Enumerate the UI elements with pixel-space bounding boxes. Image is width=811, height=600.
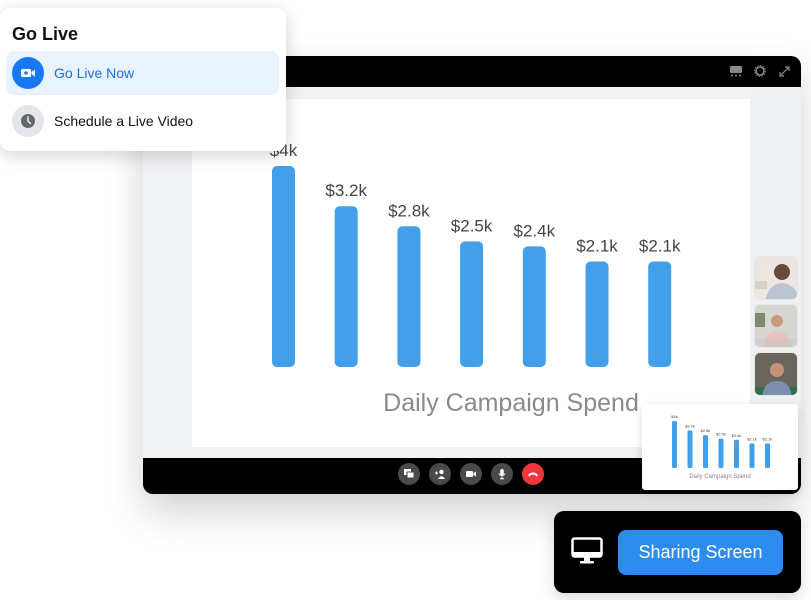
schedule-live-video-item[interactable]: Schedule a Live Video [6, 99, 279, 143]
end-call-button[interactable] [522, 463, 544, 485]
bar-5 [522, 246, 546, 367]
monitor-icon [571, 537, 603, 570]
bar-3 [703, 435, 708, 468]
bar-4 [460, 241, 484, 367]
go-live-now-item[interactable]: Go Live Now [6, 51, 279, 95]
bar-6 [749, 443, 755, 468]
go-live-now-label: Go Live Now [54, 65, 135, 81]
settings-gear-icon[interactable] [753, 64, 767, 78]
microphone-icon [498, 469, 506, 480]
go-live-menu: Go Live Go Live Now Schedule a Live Vide… [0, 8, 286, 151]
bar-5 [734, 439, 739, 468]
bar-label-6: $2.1k [747, 436, 757, 441]
bar-label-5: $2.4k [732, 433, 742, 438]
clock-icon [12, 105, 44, 137]
bar-label-7: $2.1k [639, 236, 681, 255]
bar-4 [718, 438, 724, 468]
participant-2-video [755, 305, 797, 347]
bar-2 [334, 206, 358, 367]
sharing-screen-panel: Sharing Screen [554, 511, 801, 593]
sharing-screen-button[interactable]: Sharing Screen [618, 530, 783, 575]
bar-1 [272, 166, 295, 367]
bar-label-7: $2.1k [763, 436, 773, 441]
bar-label-5: $2.4k [514, 221, 556, 240]
bar-2 [687, 430, 693, 468]
add-participant-button[interactable] [429, 463, 451, 485]
bar-7 [765, 443, 770, 468]
participant-thumbnail[interactable] [754, 256, 798, 300]
participant-3-video [755, 353, 797, 395]
bar-7 [648, 261, 672, 367]
bar-label-2: $3.2k [325, 181, 367, 200]
participant-thumbnail[interactable] [754, 304, 798, 348]
go-live-title: Go Live [12, 24, 79, 44]
bar-label-2: $3.2k [685, 423, 695, 428]
shared-screen-preview[interactable]: $4k $3.2k $2.8k $2.5k $2.4k $2.1k $2.1k Daily … [642, 404, 798, 490]
share-screen-button[interactable] [398, 463, 420, 485]
participant-thumbnail[interactable] [754, 352, 798, 396]
bar-label-6: $2.1k [576, 236, 618, 255]
bar-label-3: $2.8k [701, 428, 711, 433]
video-camera-icon [466, 471, 476, 477]
grid-view-icon[interactable] [729, 64, 743, 78]
bar-1 [672, 421, 677, 468]
bar-label-4: $2.5k [451, 216, 493, 235]
mini-chart-title: Daily Campaign Spend [689, 474, 751, 480]
phone-hangup-icon [528, 472, 538, 477]
video-camera-icon [12, 57, 44, 89]
schedule-live-video-label: Schedule a Live Video [54, 113, 194, 129]
microphone-button[interactable] [491, 463, 513, 485]
participant-1-video [755, 257, 797, 299]
bar-6 [585, 261, 609, 367]
bar-label-1: $4k [671, 414, 677, 419]
camera-button[interactable] [460, 463, 482, 485]
mini-bar-chart: $4k $3.2k $2.8k $2.5k $2.4k $2.1k $2.1k [671, 414, 773, 468]
bar-label-3: $2.8k [388, 201, 430, 220]
shared-slide: $4k $3.2k $2.8k $2.5k $2.4k $2.1k $2.1k Daily … [192, 99, 750, 447]
bar-3 [397, 226, 421, 367]
expand-icon[interactable] [777, 64, 791, 78]
bar-label-4: $2.5k [716, 432, 726, 437]
add-person-icon [435, 469, 445, 479]
share-screen-icon [404, 469, 415, 479]
